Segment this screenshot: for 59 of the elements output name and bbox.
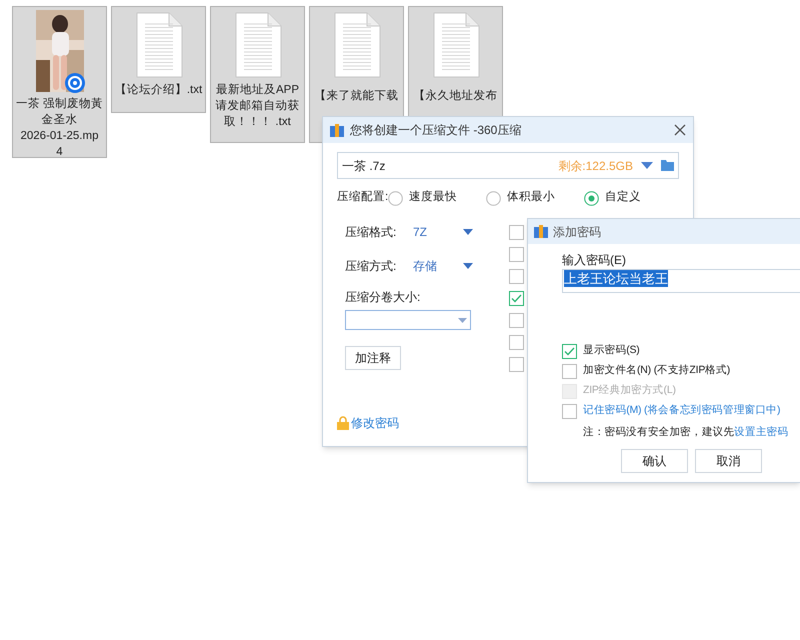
volume-size-dropdown[interactable] (345, 310, 471, 330)
file-tile[interactable]: 最新地址及APP 请发邮箱自动获 取！！！ .txt (210, 6, 305, 143)
video-player-icon (64, 73, 84, 93)
change-password-link[interactable]: 修改密码 (351, 414, 399, 432)
text-file-icon (134, 12, 182, 78)
file-name: 一茶 强制废物黃 金圣水 2026-01-25.mp 4 (16, 96, 104, 160)
close-icon[interactable] (674, 124, 686, 136)
dropdown-arrow-icon (463, 263, 473, 269)
file-name: 【论坛介绍】.txt (114, 82, 202, 98)
master-password-link[interactable]: 设置主密码 (734, 425, 788, 441)
password-label: 输入密码(E) (562, 252, 627, 267)
checkbox[interactable] (509, 313, 524, 328)
option-label: 加密文件名(N) (不支持ZIP格式) (583, 363, 730, 378)
format-dropdown[interactable]: 7Z (413, 223, 473, 241)
folder-icon[interactable] (661, 160, 674, 171)
radio-option[interactable]: 自定义 (584, 189, 682, 207)
radio-button[interactable] (388, 190, 404, 206)
dropdown-arrow-icon[interactable] (641, 162, 653, 170)
checkbox[interactable] (562, 364, 577, 378)
checkbox[interactable] (509, 357, 524, 372)
radio-option[interactable]: 速度最快 (388, 189, 486, 207)
checkbox[interactable] (562, 404, 577, 418)
text-file-icon (332, 12, 380, 78)
file-tile[interactable]: 【论坛介绍】.txt (111, 6, 206, 113)
confirm-button[interactable]: 确认 (621, 448, 688, 473)
text-file-icon (432, 12, 480, 78)
lock-icon (337, 416, 349, 430)
cancel-button[interactable]: 取消 (695, 448, 762, 473)
option-label: ZIP经典加密方式(L) (583, 383, 676, 398)
radio-option[interactable]: 体积最小 (486, 189, 584, 207)
checkbox[interactable] (562, 344, 577, 358)
checkbox[interactable] (509, 269, 524, 284)
checkbox[interactable] (509, 335, 524, 350)
window-title: 添加密码 (553, 224, 601, 240)
text-file-icon (234, 12, 282, 78)
comment-button[interactable]: 加注释 (345, 346, 401, 370)
archive-icon (330, 124, 344, 136)
radio-button[interactable] (584, 190, 600, 206)
checkbox[interactable] (509, 225, 524, 240)
note-text: 注：密码没有安全加密，建议先 (583, 425, 734, 440)
file-tile[interactable]: 一茶 强制废物黃 金圣水 2026-01-25.mp 4 (12, 6, 107, 158)
dropdown-arrow-icon (458, 318, 467, 322)
file-name: 最新地址及APP 请发邮箱自动获 取！！！ .txt (216, 82, 300, 130)
free-space-label: 剩余:122.5GB (558, 158, 633, 174)
password-field[interactable]: 上老王论坛当老王 (562, 269, 800, 293)
method-label: 压缩方式: (345, 258, 398, 275)
volume-size-label: 压缩分卷大小: (345, 289, 422, 304)
filename-field[interactable]: 一茶 .7z 剩余:122.5GB (337, 152, 679, 179)
file-name: 【永久地址发布 (414, 88, 498, 104)
config-label: 压缩配置: (337, 190, 388, 206)
radio-button[interactable] (486, 190, 502, 206)
dropdown-arrow-icon (463, 229, 473, 235)
checkbox[interactable] (509, 247, 524, 262)
checkbox[interactable] (509, 291, 524, 306)
archive-icon (534, 225, 548, 238)
format-label: 压缩格式: (345, 224, 398, 241)
option-label: 显示密码(S) (583, 343, 640, 358)
method-dropdown[interactable]: 存储 (413, 257, 473, 275)
file-name: 【来了就能下载 (314, 88, 398, 104)
